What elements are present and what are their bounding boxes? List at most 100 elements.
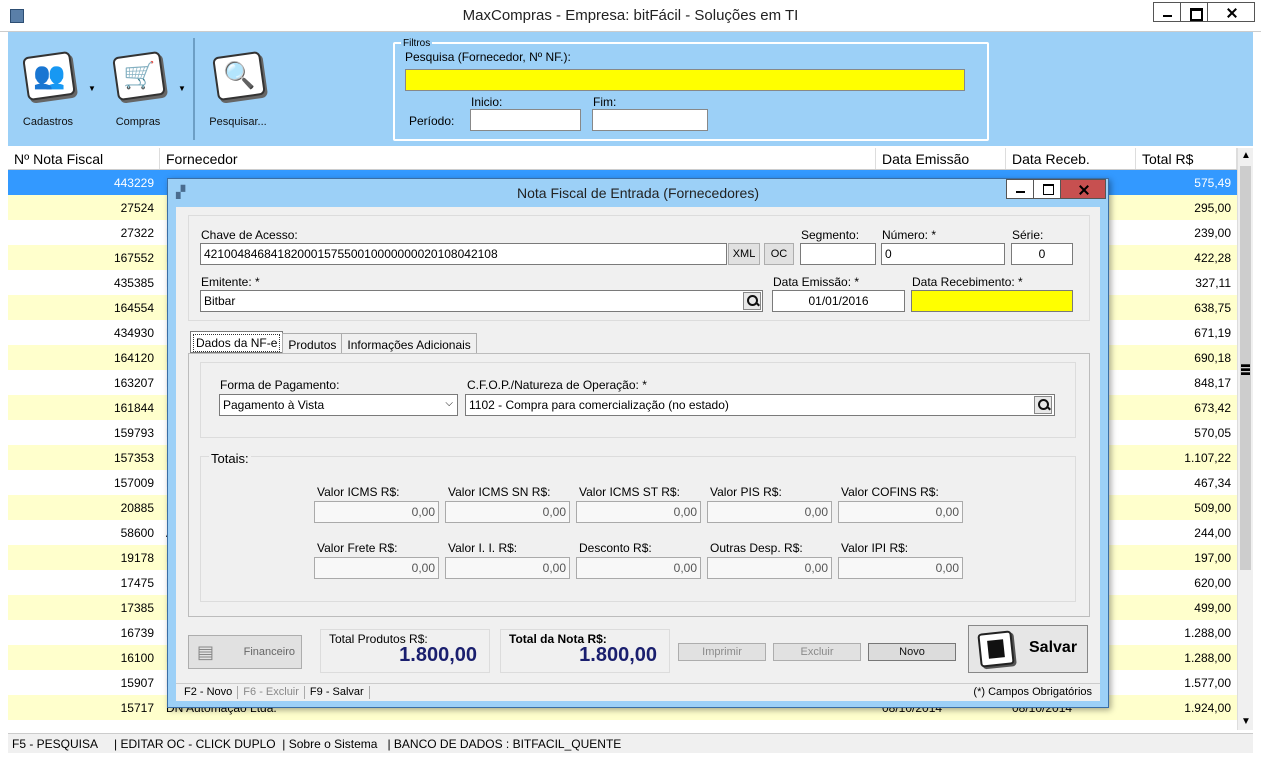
financeiro-label: Financeiro bbox=[243, 646, 295, 658]
segmento-input[interactable] bbox=[800, 243, 876, 265]
users-icon: 👥 bbox=[33, 60, 66, 90]
oc-button[interactable]: OC bbox=[764, 243, 794, 265]
column-header-data-emissao[interactable]: Data Emissão bbox=[876, 148, 1006, 169]
data-receb-label: Data Recebimento: * bbox=[912, 275, 1023, 289]
emitente-input[interactable]: Bitbar bbox=[200, 290, 763, 312]
cfop-input[interactable]: 1102 - Compra para comercialização (no e… bbox=[465, 394, 1055, 416]
search-input[interactable] bbox=[405, 69, 965, 91]
chave-acesso-input[interactable]: 4210048468418200015755001000000002010804… bbox=[200, 243, 727, 265]
cell-total: 690,18 bbox=[1194, 350, 1231, 365]
close-button[interactable] bbox=[1207, 2, 1255, 22]
cell-total: 673,42 bbox=[1194, 400, 1231, 415]
totais-value-input-2[interactable]: 0,00 bbox=[576, 501, 701, 523]
magnifier-icon: 🔍 bbox=[223, 60, 256, 90]
totais-value-input-9[interactable]: 0,00 bbox=[838, 557, 963, 579]
tab-dados-nfe[interactable]: Dados da NF-e bbox=[190, 331, 284, 355]
totais-value-input-3[interactable]: 0,00 bbox=[707, 501, 832, 523]
cell-total: 575,49 bbox=[1194, 175, 1231, 190]
inicio-date-input[interactable] bbox=[470, 109, 581, 131]
column-header-nf[interactable]: Nº Nota Fiscal bbox=[8, 148, 160, 169]
serie-input[interactable]: 0 bbox=[1011, 243, 1073, 265]
cell-total: 848,17 bbox=[1194, 375, 1231, 390]
totais-label-6: Valor I. I. R$: bbox=[448, 541, 518, 555]
totais-value-input-6[interactable]: 0,00 bbox=[445, 557, 570, 579]
cell-nf: 167552 bbox=[113, 250, 154, 265]
cell-nf: 19178 bbox=[120, 550, 154, 565]
totais-value-input-1[interactable]: 0,00 bbox=[445, 501, 570, 523]
totais-value-input-4[interactable]: 0,00 bbox=[838, 501, 963, 523]
numero-input[interactable]: 0 bbox=[881, 243, 1005, 265]
pesquisar-button[interactable]: 🔍 Pesquisar... bbox=[204, 50, 272, 128]
cell-total: 244,00 bbox=[1194, 525, 1231, 540]
totais-label-2: Valor ICMS ST R$: bbox=[579, 485, 680, 499]
total-nota-value: 1.800,00 bbox=[579, 644, 657, 666]
cell-nf: 15717 bbox=[120, 700, 154, 715]
cell-nf: 17385 bbox=[120, 600, 154, 615]
total-produtos-value: 1.800,00 bbox=[399, 644, 477, 666]
forma-pagamento-select[interactable]: Pagamento à Vista ⌵ bbox=[219, 394, 458, 416]
scroll-down-arrow-icon[interactable]: ▼ bbox=[1238, 714, 1254, 730]
cell-total: 467,34 bbox=[1194, 475, 1231, 490]
compras-button[interactable]: 🛒 Compras bbox=[104, 50, 172, 128]
column-header-data-receb[interactable]: Data Receb. bbox=[1006, 148, 1136, 169]
cell-total: 1.924,00 bbox=[1184, 700, 1231, 715]
maximize-button[interactable] bbox=[1180, 2, 1208, 22]
cell-nf: 20885 bbox=[120, 500, 154, 515]
totais-label-9: Valor IPI R$: bbox=[841, 541, 909, 555]
serie-label: Série: bbox=[1012, 228, 1044, 242]
cadastros-button[interactable]: 👥 Cadastros bbox=[14, 50, 82, 128]
dialog-minimize-button[interactable] bbox=[1006, 179, 1034, 199]
compras-dropdown-arrow[interactable]: ▼ bbox=[178, 84, 186, 93]
cell-nf: 16100 bbox=[120, 650, 154, 665]
novo-button[interactable]: Novo bbox=[868, 643, 956, 661]
grid-scrollbar[interactable]: ▲ ▬ ▬ ▬ ▼ bbox=[1237, 148, 1253, 730]
cell-total: 620,00 bbox=[1194, 575, 1231, 590]
filtros-group: Filtros Pesquisa (Fornecedor, Nº NF.): I… bbox=[393, 38, 989, 141]
column-header-fornecedor[interactable]: Fornecedor bbox=[160, 148, 876, 169]
floppy-disk-icon bbox=[977, 630, 1015, 668]
cell-nf: 164120 bbox=[113, 350, 154, 365]
cfop-label: C.F.O.P./Natureza de Operação: * bbox=[467, 378, 647, 392]
main-title-bar: MaxCompras - Empresa: bitFácil - Soluçõe… bbox=[0, 0, 1261, 32]
cadastros-dropdown-arrow[interactable]: ▼ bbox=[88, 84, 96, 93]
header-panel: Chave de Acesso: 42100484684182000157550… bbox=[188, 215, 1090, 321]
totais-value-input-0[interactable]: 0,00 bbox=[314, 501, 439, 523]
xml-button[interactable]: XML bbox=[728, 243, 760, 265]
tab-produtos[interactable]: Produtos bbox=[282, 333, 343, 355]
dialog-maximize-button[interactable] bbox=[1033, 179, 1061, 199]
cfop-search-icon[interactable] bbox=[1034, 396, 1052, 414]
emitente-search-icon[interactable] bbox=[743, 292, 761, 310]
forma-pagamento-value: Pagamento à Vista bbox=[223, 398, 325, 412]
money-icon: ▤ bbox=[197, 642, 215, 662]
shopping-cart-icon: 🛒 bbox=[123, 60, 156, 90]
cell-nf: 16739 bbox=[120, 625, 154, 640]
totais-value-input-5[interactable]: 0,00 bbox=[314, 557, 439, 579]
cell-total: 295,00 bbox=[1194, 200, 1231, 215]
salvar-button[interactable]: Salvar bbox=[968, 625, 1088, 673]
tab-informacoes-adicionais[interactable]: Informações Adicionais bbox=[341, 333, 477, 355]
cell-nf: 15907 bbox=[120, 675, 154, 690]
cell-nf: 443229 bbox=[113, 175, 154, 190]
tab-strip: Dados da NF-e Produtos Informações Adici… bbox=[190, 331, 477, 355]
data-emissao-input[interactable]: 01/01/2016 bbox=[772, 290, 905, 312]
scroll-up-arrow-icon[interactable]: ▲ bbox=[1238, 148, 1254, 164]
totais-label-4: Valor COFINS R$: bbox=[841, 485, 939, 499]
totais-label-1: Valor ICMS SN R$: bbox=[448, 485, 551, 499]
imprimir-button[interactable]: Imprimir bbox=[678, 643, 766, 661]
minimize-button[interactable] bbox=[1153, 2, 1181, 22]
cell-nf: 163207 bbox=[113, 375, 154, 390]
totais-value-input-7[interactable]: 0,00 bbox=[576, 557, 701, 579]
cell-total: 671,19 bbox=[1194, 325, 1231, 340]
data-recebimento-input[interactable] bbox=[911, 290, 1073, 312]
financeiro-button[interactable]: ▤ Financeiro bbox=[188, 635, 302, 669]
chevron-down-icon: ⌵ bbox=[445, 398, 453, 409]
emitente-label: Emitente: * bbox=[201, 275, 260, 289]
dialog-close-button[interactable] bbox=[1060, 179, 1106, 199]
column-header-total[interactable]: Total R$ bbox=[1136, 148, 1237, 169]
toolbar-separator bbox=[193, 38, 195, 140]
fim-date-input[interactable] bbox=[592, 109, 708, 131]
cell-total: 1.107,22 bbox=[1184, 450, 1231, 465]
forma-pagamento-label: Forma de Pagamento: bbox=[220, 378, 340, 392]
totais-value-input-8[interactable]: 0,00 bbox=[707, 557, 832, 579]
excluir-button[interactable]: Excluir bbox=[773, 643, 861, 661]
